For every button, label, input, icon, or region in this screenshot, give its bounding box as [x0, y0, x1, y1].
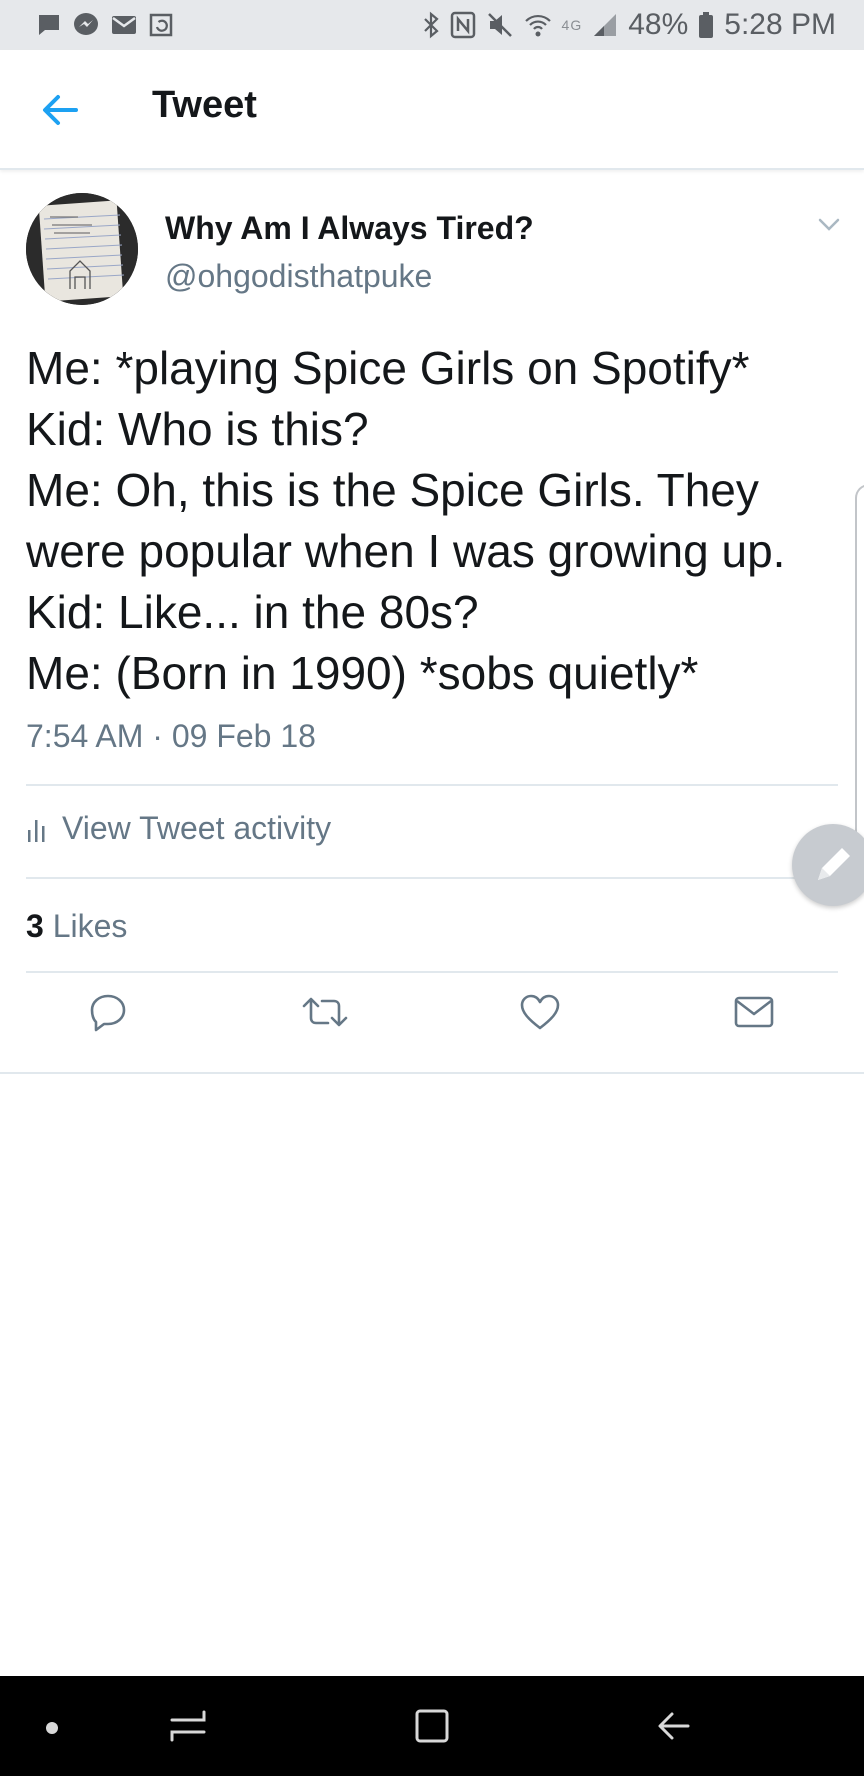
chevron-down-icon: [818, 218, 840, 231]
bluetooth-icon: [423, 11, 439, 39]
recent-apps-button[interactable]: [168, 1706, 208, 1751]
tweet-line: Me: Oh, this is the Spice Girls. They: [26, 464, 759, 516]
like-button[interactable]: [518, 990, 562, 1034]
nfc-icon: [450, 11, 475, 39]
tweet-action-bar: [0, 990, 864, 1050]
mute-icon: [487, 13, 512, 37]
mail-icon: [734, 996, 774, 1028]
tweet-line: Kid: Like... in the 80s?: [26, 586, 479, 638]
likes-label: Likes: [52, 908, 128, 944]
system-indicators: 4G 48% 5:28 PM: [422, 8, 836, 42]
divider: [26, 971, 838, 973]
reply-button[interactable]: [86, 990, 130, 1034]
tweet-line: were popular when I was growing up.: [26, 525, 786, 577]
retweet-button[interactable]: [300, 990, 350, 1034]
back-nav-button[interactable]: [654, 1706, 694, 1751]
nav-dot[interactable]: [44, 1720, 60, 1741]
arrow-left-icon: [43, 95, 78, 125]
email-icon: [112, 16, 136, 34]
network-type: 4G: [561, 17, 583, 33]
divider: [0, 1072, 864, 1074]
reply-icon: [90, 994, 126, 1032]
battery-percent: 48%: [628, 8, 689, 41]
compose-tweet-button[interactable]: [792, 824, 864, 906]
view-tweet-activity-link[interactable]: View Tweet activity: [26, 810, 331, 847]
divider: [26, 784, 838, 786]
heart-icon: [520, 994, 560, 1030]
clock: 5:28 PM: [724, 8, 836, 41]
divider: [26, 877, 838, 879]
avatar[interactable]: [26, 193, 138, 305]
signal-icon: [594, 14, 617, 36]
home-button[interactable]: [412, 1706, 452, 1751]
likes-count-link[interactable]: 3 Likes: [26, 908, 127, 945]
display-name[interactable]: Why Am I Always Tired?: [165, 210, 534, 247]
pencil-icon: [818, 848, 850, 880]
activity-label: View Tweet activity: [62, 810, 332, 846]
sync-icon: [149, 13, 173, 37]
scroll-handle[interactable]: [855, 484, 864, 848]
bar-chart-icon: [28, 819, 45, 842]
back-button[interactable]: [36, 86, 84, 134]
battery-icon: [699, 12, 714, 38]
notification-icons: [36, 11, 174, 39]
back-arrow-icon: [658, 1712, 690, 1740]
tweet-line: Me: (Born in 1990) *sobs quietly*: [26, 647, 699, 699]
dot-icon: [46, 1722, 58, 1734]
likes-number: 3: [26, 908, 44, 944]
tweet-timestamp: 7:54 AM · 09 Feb 18: [26, 718, 316, 754]
avatar-image: [26, 193, 138, 305]
app-bar: Tweet: [0, 50, 864, 170]
system-navigation-bar: [0, 1676, 864, 1776]
tweet-text: Me: *playing Spice Girls on Spotify* Kid…: [26, 338, 846, 704]
direct-message-button[interactable]: [732, 990, 776, 1034]
page-title: Tweet: [152, 84, 257, 126]
wifi-icon: [524, 14, 551, 37]
messenger-icon: [74, 13, 98, 35]
tweet-line: Me: *playing Spice Girls on Spotify*: [26, 342, 750, 394]
chat-icon: [39, 15, 59, 35]
home-square-icon: [415, 1709, 449, 1743]
status-bar: 4G 48% 5:28 PM: [0, 0, 864, 50]
recents-icon: [170, 1710, 206, 1742]
retweet-icon: [302, 997, 348, 1027]
tweet-menu-button[interactable]: [814, 214, 844, 236]
tweet-line: Kid: Who is this?: [26, 403, 369, 455]
user-handle[interactable]: @ohgodisthatpuke: [165, 258, 432, 295]
